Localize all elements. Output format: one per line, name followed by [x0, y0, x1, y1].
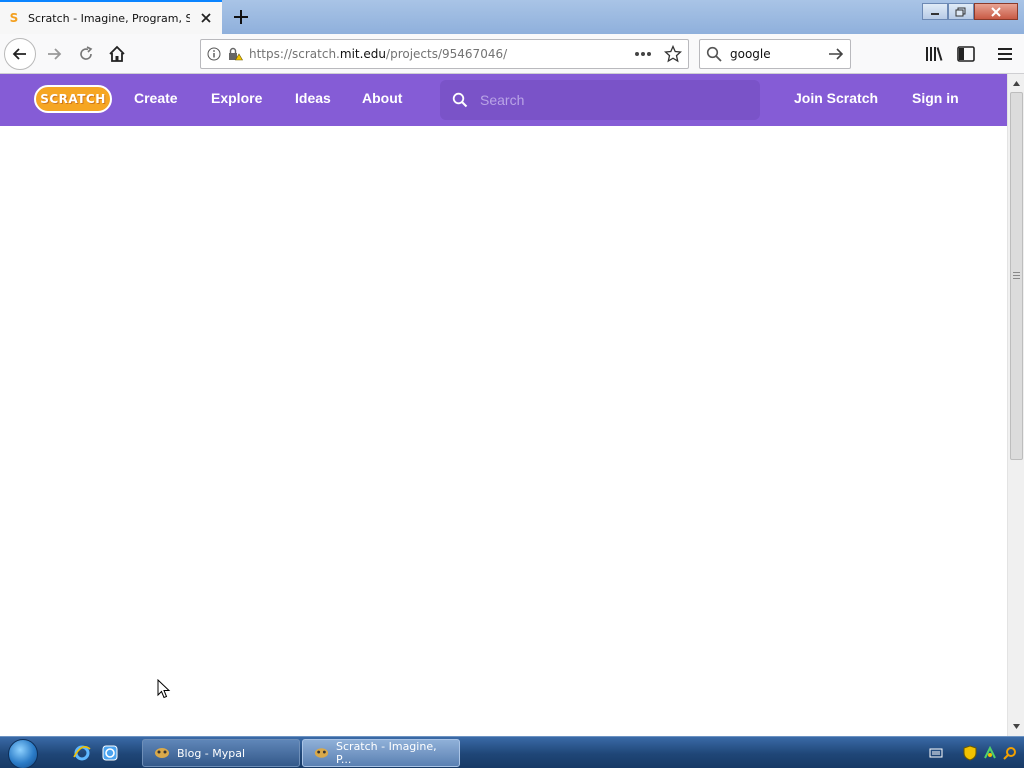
tab-title: Scratch - Imagine, Program, Share [28, 11, 190, 25]
page-viewport: SCRATCH Create Explore Ideas About Join … [0, 74, 1024, 736]
nav-about[interactable]: About [362, 90, 402, 106]
taskbar-item-blog[interactable]: Blog - Mypal [142, 739, 300, 767]
window-controls [922, 3, 1018, 20]
url-host: mit.edu [339, 47, 387, 61]
plus-icon [234, 10, 248, 24]
join-scratch-link[interactable]: Join Scratch [794, 90, 878, 106]
star-icon[interactable] [664, 45, 682, 63]
taskbar-item-scratch[interactable]: Scratch - Imagine, P... [302, 739, 460, 767]
library-button[interactable] [920, 40, 948, 68]
network-icon[interactable] [982, 745, 998, 761]
sidebar-icon [957, 46, 975, 62]
url-text: https://scratch.mit.edu/projects/9546704… [249, 47, 628, 61]
mypal-icon [314, 748, 329, 758]
browser-tab[interactable]: S Scratch - Imagine, Program, Share [0, 0, 222, 34]
search-tray-icon[interactable] [1002, 745, 1018, 761]
url-path: /projects/95467046/ [386, 47, 508, 61]
address-bar[interactable]: https://scratch.mit.edu/projects/9546704… [200, 39, 689, 69]
scroll-thumb[interactable] [1010, 92, 1023, 460]
hamburger-icon [998, 48, 1012, 60]
minimize-button[interactable] [922, 3, 948, 20]
url-prefix: https://scratch. [249, 47, 340, 61]
vertical-scrollbar[interactable] [1007, 74, 1024, 736]
home-icon [109, 45, 125, 62]
reload-icon [80, 46, 93, 60]
taskbar: Blog - Mypal Scratch - Imagine, P... [0, 736, 1024, 768]
home-button[interactable] [103, 40, 131, 68]
more-icon[interactable] [634, 51, 652, 57]
taskbar-item-label: Scratch - Imagine, P... [336, 740, 437, 766]
explorer-icon[interactable] [100, 743, 120, 763]
back-icon [12, 48, 26, 60]
scratch-navbar: SCRATCH Create Explore Ideas About Join … [0, 74, 1007, 126]
scratch-favicon-icon: S [9, 11, 19, 25]
start-button[interactable] [8, 739, 38, 768]
shield-icon[interactable] [962, 745, 978, 761]
browser-search-value: google [730, 47, 771, 61]
taskbar-item-label: Blog - Mypal [177, 746, 246, 760]
nav-ideas[interactable]: Ideas [295, 90, 331, 106]
mypal-icon [155, 748, 169, 758]
ie-icon[interactable] [72, 743, 92, 763]
nav-create[interactable]: Create [134, 90, 178, 106]
new-tab-button[interactable] [230, 6, 252, 28]
menu-button[interactable] [991, 40, 1019, 68]
restore-button[interactable] [948, 3, 974, 20]
nav-explore[interactable]: Explore [211, 90, 262, 106]
scroll-up-icon[interactable] [1012, 79, 1021, 88]
scroll-down-icon[interactable] [1012, 722, 1021, 731]
scratch-search[interactable] [440, 80, 760, 120]
navigation-toolbar: https://scratch.mit.edu/projects/9546704… [0, 34, 1024, 74]
close-tab-icon[interactable] [198, 10, 214, 26]
forward-icon [48, 48, 62, 60]
info-icon[interactable] [207, 47, 221, 61]
scratch-logo[interactable]: SCRATCH [34, 85, 112, 113]
reload-button[interactable] [72, 40, 100, 68]
scratch-search-input[interactable] [480, 92, 748, 108]
forward-button[interactable] [40, 40, 68, 68]
keyboard-icon[interactable] [928, 745, 944, 761]
back-button[interactable] [4, 38, 36, 70]
title-bar: S Scratch - Imagine, Program, Share [0, 0, 1024, 34]
lock-warning-icon[interactable] [227, 47, 243, 61]
go-arrow-icon[interactable] [828, 47, 844, 61]
close-window-button[interactable] [974, 3, 1018, 20]
mouse-cursor-icon [157, 679, 171, 699]
grip-icon [1013, 272, 1020, 279]
search-icon [706, 46, 722, 62]
search-icon [452, 92, 468, 108]
sign-in-link[interactable]: Sign in [912, 90, 959, 106]
sidebar-button[interactable] [952, 40, 980, 68]
library-icon [926, 47, 943, 61]
browser-search-bar[interactable]: google [699, 39, 851, 69]
